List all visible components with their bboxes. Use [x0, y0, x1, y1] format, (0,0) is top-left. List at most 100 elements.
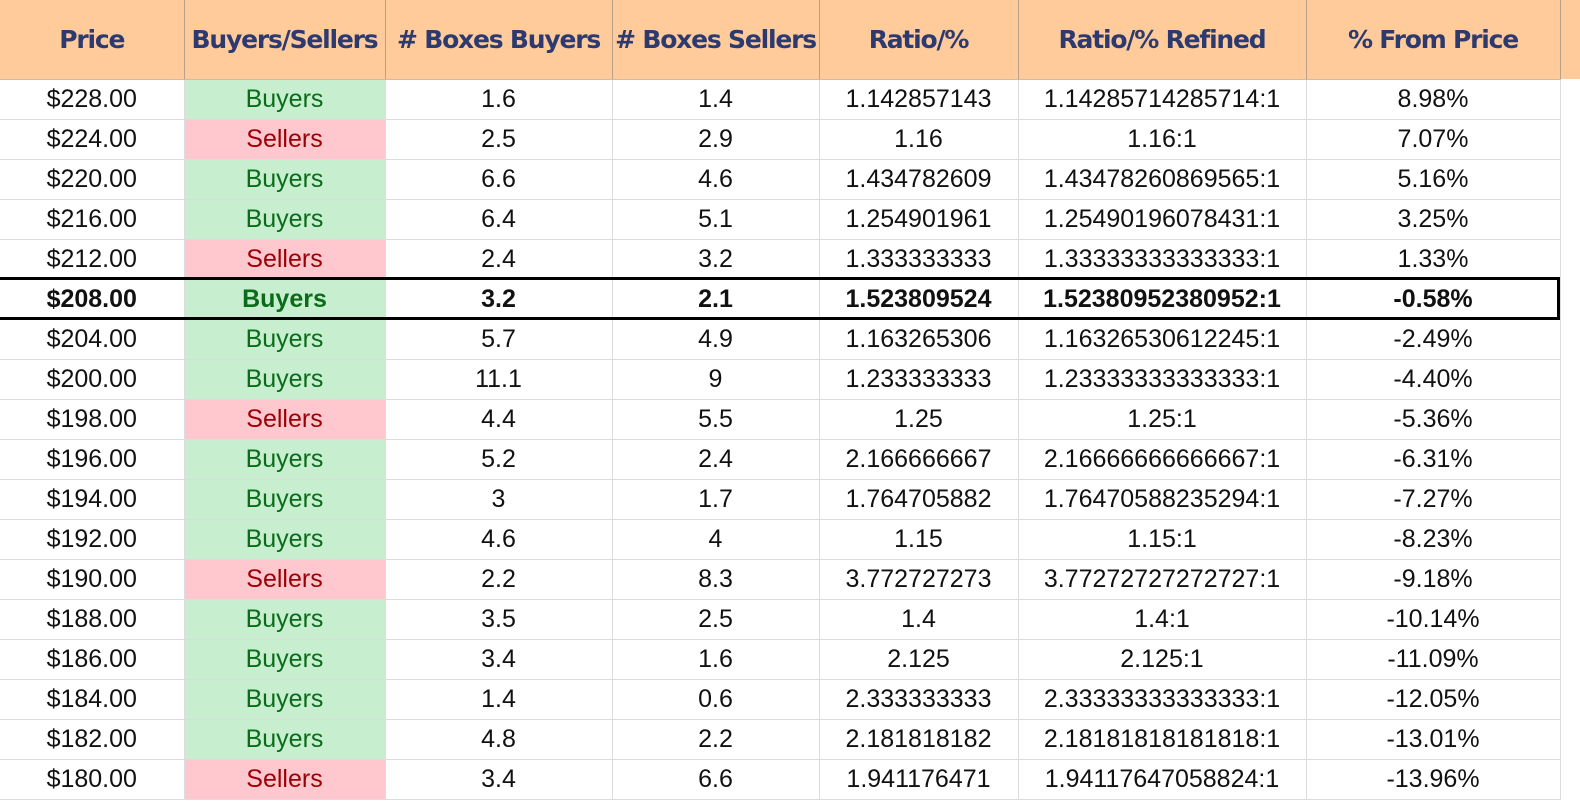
boxes-buyers-cell[interactable]: 2.4	[385, 239, 613, 280]
side-cell[interactable]: Buyers	[184, 479, 386, 520]
ratio-cell[interactable]: 1.15	[819, 519, 1019, 560]
ratio-refined-cell[interactable]: 2.125:1	[1018, 639, 1307, 680]
ratio-refined-cell[interactable]: 1.23333333333333:1	[1018, 359, 1307, 400]
ratio-refined-cell[interactable]: 1.43478260869565:1	[1018, 159, 1307, 200]
boxes-sellers-cell[interactable]: 8.3	[612, 559, 820, 600]
pct-from-price-cell[interactable]: -11.09%	[1306, 639, 1561, 680]
column-header-price[interactable]: Price	[0, 0, 185, 80]
boxes-sellers-cell[interactable]: 3.2	[612, 239, 820, 280]
side-cell[interactable]: Buyers	[184, 639, 386, 680]
column-header-ratio-refined[interactable]: Ratio/% Refined	[1018, 0, 1307, 80]
ratio-refined-cell[interactable]: 2.18181818181818:1	[1018, 719, 1307, 760]
price-cell[interactable]: $212.00	[0, 239, 185, 280]
boxes-buyers-cell[interactable]: 6.4	[385, 199, 613, 240]
ratio-cell[interactable]: 1.434782609	[819, 159, 1019, 200]
boxes-buyers-cell[interactable]: 1.4	[385, 679, 613, 720]
ratio-cell[interactable]: 1.523809524	[819, 279, 1019, 320]
boxes-sellers-cell[interactable]: 5.1	[612, 199, 820, 240]
ratio-refined-cell[interactable]: 1.94117647058824:1	[1018, 759, 1307, 800]
boxes-buyers-cell[interactable]: 5.2	[385, 439, 613, 480]
boxes-sellers-cell[interactable]: 1.7	[612, 479, 820, 520]
ratio-cell[interactable]: 1.142857143	[819, 79, 1019, 120]
column-header-boxes-sellers[interactable]: # Boxes Sellers	[612, 0, 820, 80]
side-cell[interactable]: Buyers	[184, 319, 386, 360]
boxes-buyers-cell[interactable]: 3.2	[385, 279, 613, 320]
pct-from-price-cell[interactable]: -6.31%	[1306, 439, 1561, 480]
side-cell[interactable]: Buyers	[184, 79, 386, 120]
boxes-buyers-cell[interactable]: 2.2	[385, 559, 613, 600]
boxes-sellers-cell[interactable]: 4	[612, 519, 820, 560]
side-cell[interactable]: Buyers	[184, 359, 386, 400]
side-cell[interactable]: Sellers	[184, 759, 386, 800]
boxes-buyers-cell[interactable]: 2.5	[385, 119, 613, 160]
price-cell[interactable]: $228.00	[0, 79, 185, 120]
price-cell[interactable]: $194.00	[0, 479, 185, 520]
ratio-cell[interactable]: 1.254901961	[819, 199, 1019, 240]
side-cell[interactable]: Buyers	[184, 519, 386, 560]
ratio-cell[interactable]: 3.772727273	[819, 559, 1019, 600]
boxes-buyers-cell[interactable]: 4.4	[385, 399, 613, 440]
boxes-sellers-cell[interactable]: 9	[612, 359, 820, 400]
ratio-refined-cell[interactable]: 1.25:1	[1018, 399, 1307, 440]
pct-from-price-cell[interactable]: -12.05%	[1306, 679, 1561, 720]
side-cell[interactable]: Buyers	[184, 719, 386, 760]
boxes-buyers-cell[interactable]: 11.1	[385, 359, 613, 400]
boxes-buyers-cell[interactable]: 4.8	[385, 719, 613, 760]
ratio-refined-cell[interactable]: 1.25490196078431:1	[1018, 199, 1307, 240]
boxes-buyers-cell[interactable]: 5.7	[385, 319, 613, 360]
ratio-refined-cell[interactable]: 2.16666666666667:1	[1018, 439, 1307, 480]
price-cell[interactable]: $188.00	[0, 599, 185, 640]
pct-from-price-cell[interactable]: 5.16%	[1306, 159, 1561, 200]
column-header-ratio[interactable]: Ratio/%	[819, 0, 1019, 80]
ratio-refined-cell[interactable]: 1.14285714285714:1	[1018, 79, 1307, 120]
ratio-cell[interactable]: 1.333333333	[819, 239, 1019, 280]
ratio-cell[interactable]: 1.941176471	[819, 759, 1019, 800]
boxes-sellers-cell[interactable]: 4.9	[612, 319, 820, 360]
ratio-cell[interactable]: 2.333333333	[819, 679, 1019, 720]
boxes-sellers-cell[interactable]: 2.9	[612, 119, 820, 160]
pct-from-price-cell[interactable]: -2.49%	[1306, 319, 1561, 360]
pct-from-price-cell[interactable]: -7.27%	[1306, 479, 1561, 520]
pct-from-price-cell[interactable]: 8.98%	[1306, 79, 1561, 120]
price-cell[interactable]: $196.00	[0, 439, 185, 480]
ratio-refined-cell[interactable]: 1.33333333333333:1	[1018, 239, 1307, 280]
pct-from-price-cell[interactable]: 1.33%	[1306, 239, 1561, 280]
ratio-cell[interactable]: 1.25	[819, 399, 1019, 440]
boxes-sellers-cell[interactable]: 2.2	[612, 719, 820, 760]
ratio-cell[interactable]: 1.4	[819, 599, 1019, 640]
price-cell[interactable]: $208.00	[0, 279, 185, 320]
side-cell[interactable]: Buyers	[184, 199, 386, 240]
side-cell[interactable]: Buyers	[184, 159, 386, 200]
side-cell[interactable]: Sellers	[184, 119, 386, 160]
boxes-sellers-cell[interactable]: 6.6	[612, 759, 820, 800]
boxes-buyers-cell[interactable]: 1.6	[385, 79, 613, 120]
ratio-cell[interactable]: 2.166666667	[819, 439, 1019, 480]
column-header-pct-from-price[interactable]: % From Price	[1306, 0, 1561, 80]
pct-from-price-cell[interactable]: -13.01%	[1306, 719, 1561, 760]
price-cell[interactable]: $224.00	[0, 119, 185, 160]
side-cell[interactable]: Buyers	[184, 599, 386, 640]
boxes-sellers-cell[interactable]: 5.5	[612, 399, 820, 440]
price-cell[interactable]: $220.00	[0, 159, 185, 200]
price-cell[interactable]: $186.00	[0, 639, 185, 680]
pct-from-price-cell[interactable]: -5.36%	[1306, 399, 1561, 440]
boxes-sellers-cell[interactable]: 4.6	[612, 159, 820, 200]
price-cell[interactable]: $184.00	[0, 679, 185, 720]
pct-from-price-cell[interactable]: -9.18%	[1306, 559, 1561, 600]
price-cell[interactable]: $216.00	[0, 199, 185, 240]
boxes-buyers-cell[interactable]: 3.5	[385, 599, 613, 640]
price-cell[interactable]: $198.00	[0, 399, 185, 440]
side-cell[interactable]: Buyers	[184, 439, 386, 480]
price-cell[interactable]: $190.00	[0, 559, 185, 600]
pct-from-price-cell[interactable]: 3.25%	[1306, 199, 1561, 240]
pct-from-price-cell[interactable]: -8.23%	[1306, 519, 1561, 560]
boxes-sellers-cell[interactable]: 0.6	[612, 679, 820, 720]
side-cell[interactable]: Sellers	[184, 399, 386, 440]
pct-from-price-cell[interactable]: -4.40%	[1306, 359, 1561, 400]
ratio-refined-cell[interactable]: 1.16326530612245:1	[1018, 319, 1307, 360]
ratio-cell[interactable]: 2.181818182	[819, 719, 1019, 760]
ratio-refined-cell[interactable]: 1.15:1	[1018, 519, 1307, 560]
price-cell[interactable]: $182.00	[0, 719, 185, 760]
ratio-cell[interactable]: 1.16	[819, 119, 1019, 160]
side-cell[interactable]: Sellers	[184, 559, 386, 600]
